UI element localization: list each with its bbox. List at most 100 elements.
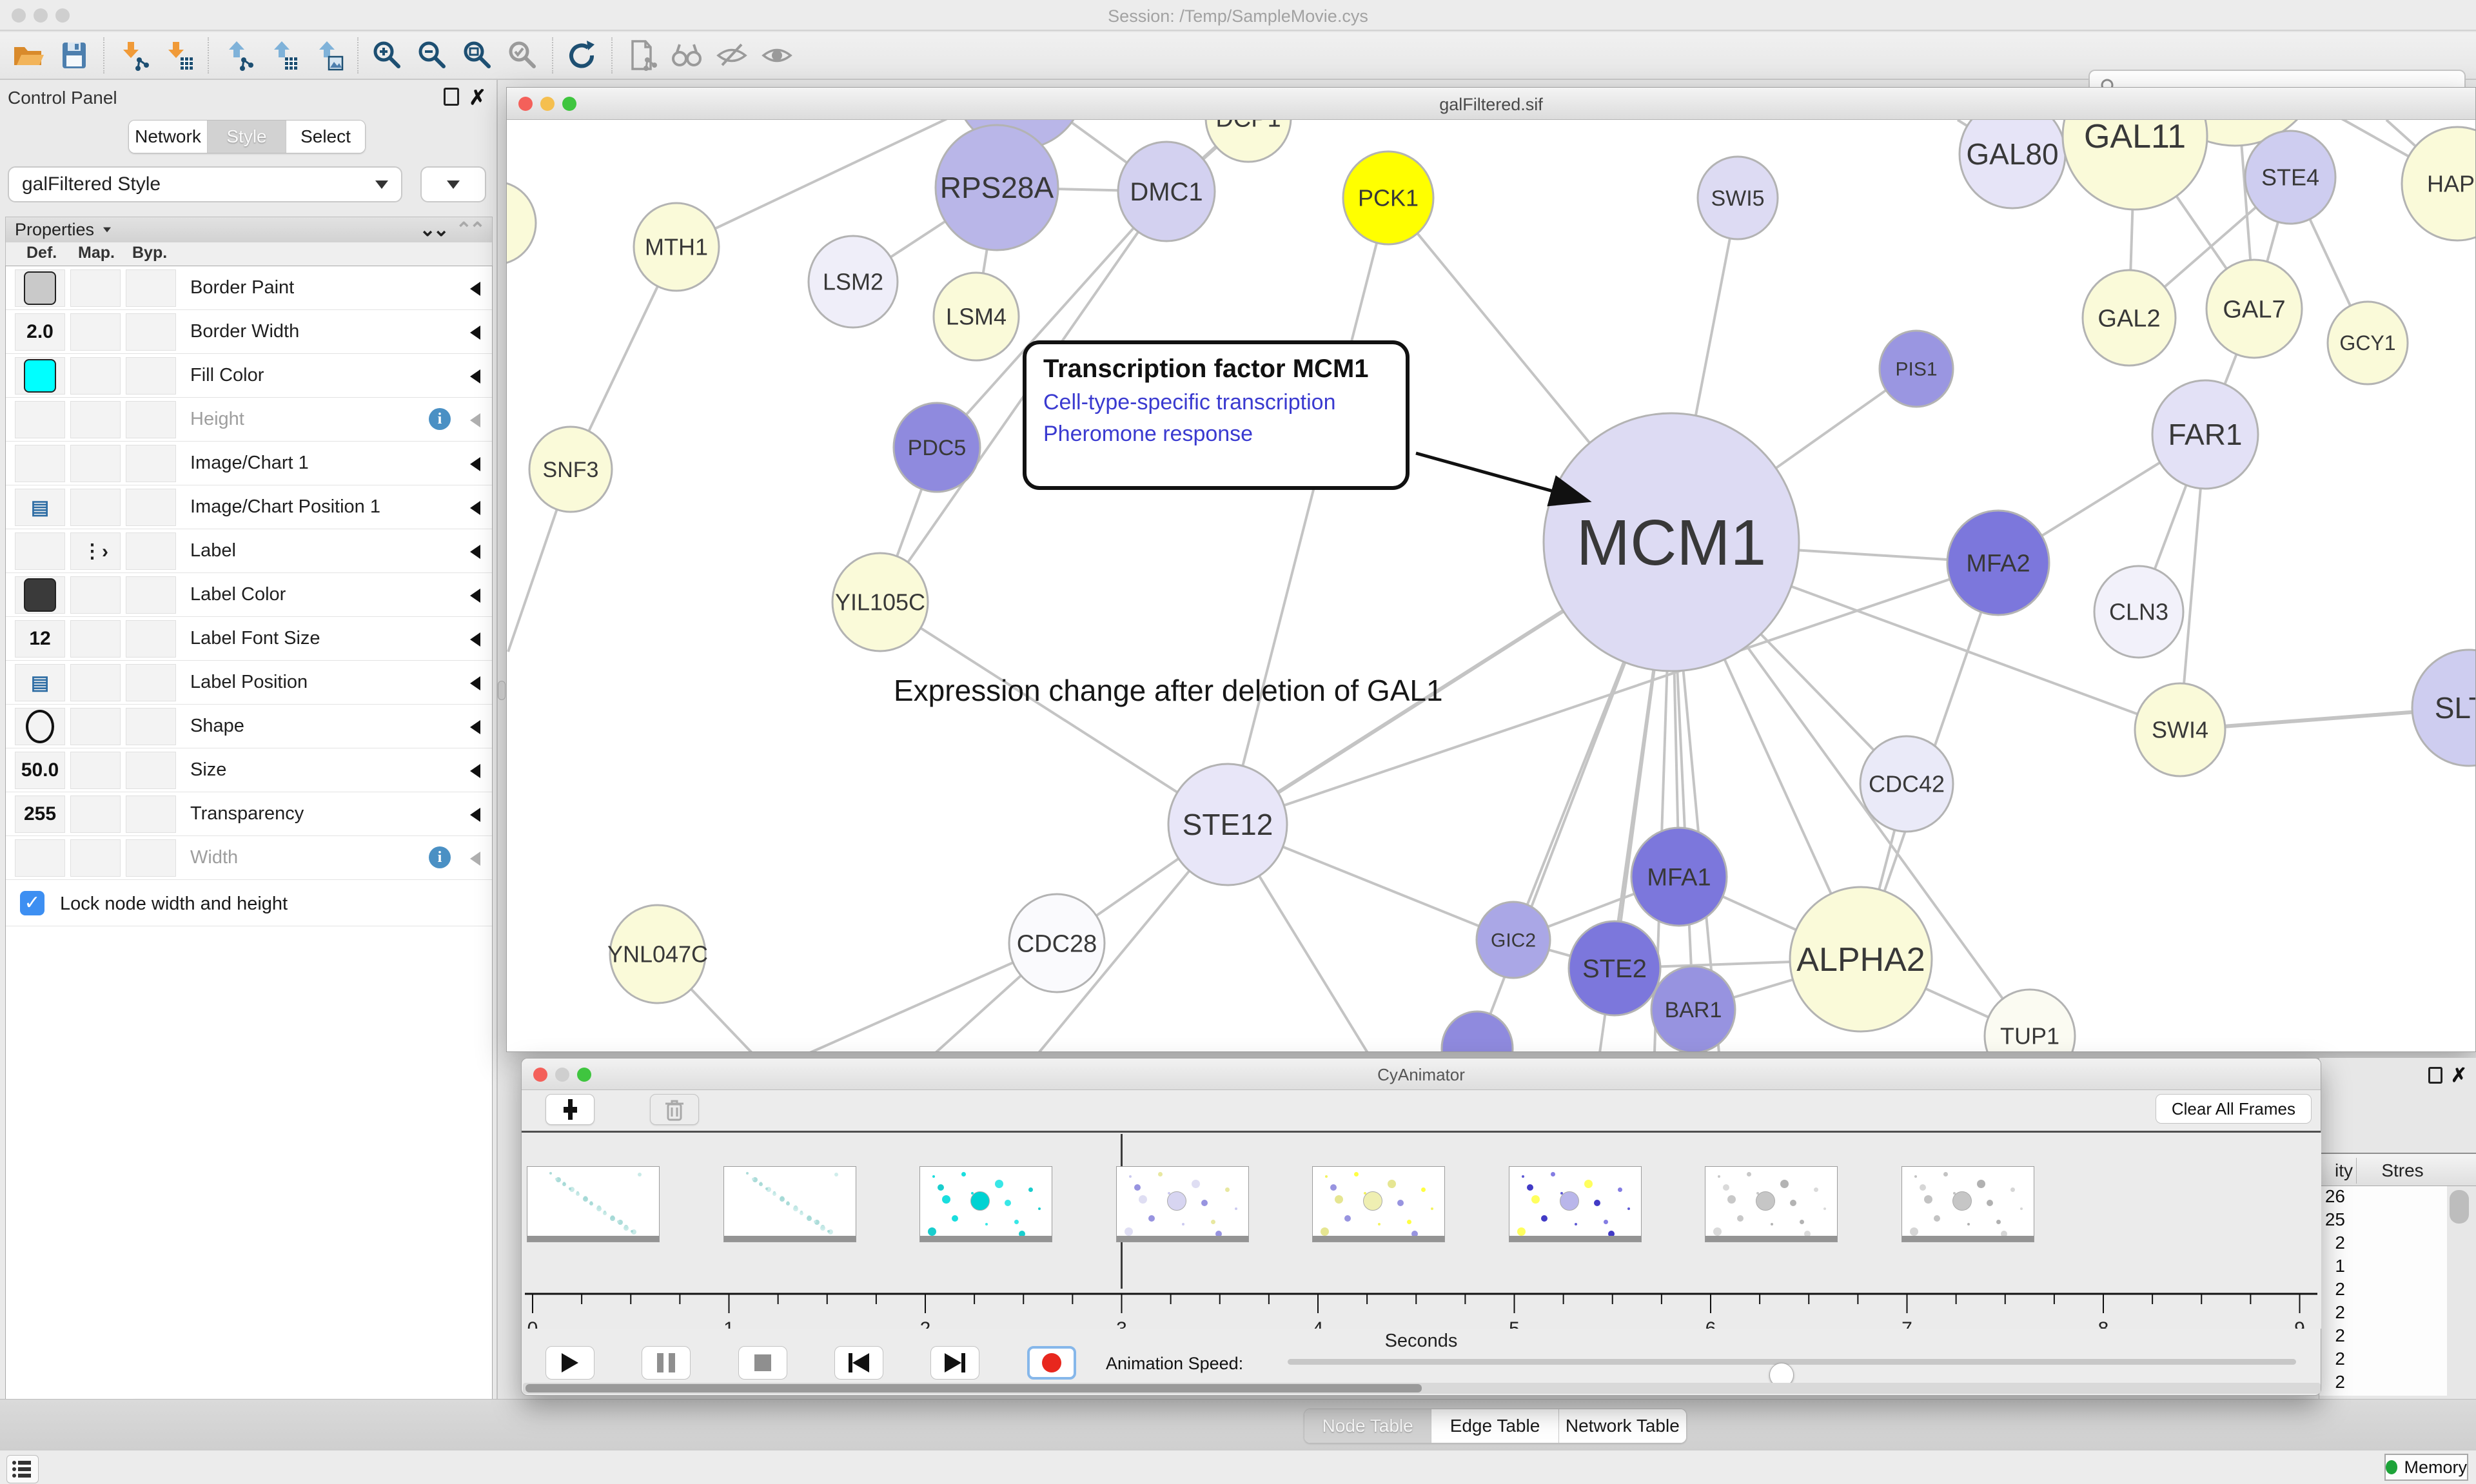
info-icon[interactable]: i bbox=[429, 846, 451, 868]
property-cell[interactable] bbox=[126, 752, 176, 789]
table-row[interactable]: 2 bbox=[2319, 1302, 2345, 1325]
network-window-titlebar[interactable]: galFiltered.sif bbox=[507, 88, 2475, 120]
property-cell[interactable] bbox=[126, 401, 176, 438]
property-cell[interactable] bbox=[15, 445, 65, 482]
property-cell[interactable] bbox=[70, 576, 121, 614]
panel-splitter-handle[interactable] bbox=[498, 681, 506, 700]
property-cell[interactable] bbox=[126, 532, 176, 570]
property-cell[interactable] bbox=[126, 576, 176, 614]
frame-thumbnail-7[interactable] bbox=[1901, 1166, 2034, 1242]
info-icon[interactable]: i bbox=[429, 408, 451, 430]
property-cell[interactable] bbox=[70, 664, 121, 701]
record-button[interactable] bbox=[1027, 1346, 1076, 1380]
property-cell[interactable] bbox=[70, 445, 121, 482]
property-cell[interactable]: ▤ bbox=[15, 664, 65, 701]
expand-property-icon[interactable] bbox=[470, 326, 480, 340]
annotation-link-2[interactable]: Pheromone response bbox=[1043, 422, 1389, 447]
network-document-icon[interactable] bbox=[619, 35, 664, 75]
frame-thumbnail-4[interactable] bbox=[1312, 1166, 1445, 1242]
expand-property-icon[interactable] bbox=[470, 764, 480, 778]
property-cell[interactable] bbox=[70, 752, 121, 789]
property-cell[interactable]: 50.0 bbox=[15, 752, 65, 789]
tab-select[interactable]: Select bbox=[286, 121, 365, 153]
property-cell[interactable] bbox=[126, 269, 176, 307]
export-table-icon[interactable] bbox=[260, 35, 306, 75]
expand-property-icon[interactable] bbox=[470, 632, 480, 647]
property-cell[interactable] bbox=[15, 576, 65, 614]
tab-network[interactable]: Network bbox=[129, 121, 208, 153]
horizontal-scrollbar-thumb[interactable] bbox=[526, 1384, 1422, 1392]
property-cell[interactable] bbox=[126, 357, 176, 395]
timeline[interactable]: 0123456789 bbox=[522, 1133, 2321, 1329]
network-canvas[interactable]: DCP1RPS28ADMC1PCK1SWI5GAL80GAL11STE4HAP2… bbox=[507, 120, 2475, 1051]
property-cell[interactable] bbox=[15, 269, 65, 307]
network-node-botpur[interactable] bbox=[1442, 1011, 1513, 1051]
tab-node-table[interactable]: Node Table bbox=[1304, 1409, 1431, 1443]
frame-thumbnail-2[interactable] bbox=[919, 1166, 1052, 1242]
annotation-link-1[interactable]: Cell-type-specific transcription bbox=[1043, 390, 1389, 415]
zoom-fit-icon[interactable] bbox=[455, 35, 500, 75]
table-row[interactable]: 1 bbox=[2319, 1256, 2345, 1279]
property-cell[interactable] bbox=[70, 620, 121, 658]
property-cell[interactable] bbox=[126, 445, 176, 482]
property-cell[interactable] bbox=[70, 489, 121, 526]
expand-property-icon[interactable] bbox=[470, 501, 480, 515]
memory-button[interactable]: Memory bbox=[2384, 1454, 2468, 1481]
expand-property-icon[interactable] bbox=[470, 852, 480, 866]
network-edge[interactable] bbox=[1228, 198, 1388, 825]
add-frame-button[interactable] bbox=[545, 1094, 594, 1125]
clear-all-frames-button[interactable]: Clear All Frames bbox=[2156, 1094, 2312, 1124]
close-panel-icon[interactable]: ✗ bbox=[2451, 1064, 2467, 1087]
panel-list-button[interactable] bbox=[6, 1455, 39, 1483]
hide-details-icon[interactable] bbox=[709, 35, 754, 75]
property-cell[interactable] bbox=[126, 796, 176, 833]
property-cell[interactable] bbox=[15, 401, 65, 438]
import-network-icon[interactable] bbox=[111, 35, 156, 75]
vertical-scrollbar-thumb[interactable] bbox=[2450, 1190, 2469, 1224]
expand-property-icon[interactable] bbox=[470, 282, 480, 296]
property-cell[interactable] bbox=[70, 796, 121, 833]
property-cell[interactable]: 255 bbox=[15, 796, 65, 833]
table-row[interactable]: 2 bbox=[2319, 1233, 2345, 1256]
network-edge[interactable] bbox=[880, 602, 1228, 825]
export-image-icon[interactable] bbox=[306, 35, 351, 75]
stop-button[interactable] bbox=[738, 1346, 787, 1380]
property-cell[interactable] bbox=[15, 839, 65, 877]
expand-property-icon[interactable] bbox=[470, 369, 480, 384]
save-icon[interactable] bbox=[52, 35, 97, 75]
frame-thumbnail-0[interactable] bbox=[527, 1166, 660, 1242]
expand-property-icon[interactable] bbox=[470, 413, 480, 427]
expand-property-icon[interactable] bbox=[470, 720, 480, 734]
tab-network-table[interactable]: Network Table bbox=[1559, 1409, 1686, 1443]
property-cell[interactable] bbox=[70, 313, 121, 351]
style-options-menu-button[interactable] bbox=[420, 166, 486, 202]
cyanimator-titlebar[interactable]: CyAnimator bbox=[522, 1059, 2321, 1090]
export-network-icon[interactable] bbox=[215, 35, 260, 75]
property-cell[interactable] bbox=[126, 489, 176, 526]
lock-checkbox[interactable]: ✓ bbox=[20, 891, 44, 915]
property-cell[interactable] bbox=[126, 708, 176, 745]
zoom-in-icon[interactable] bbox=[365, 35, 410, 75]
properties-header[interactable]: Properties ⌄⌄ ⌃⌃ bbox=[5, 217, 493, 242]
tab-style[interactable]: Style bbox=[208, 121, 286, 153]
property-cell[interactable]: ⋮› bbox=[70, 532, 121, 570]
open-folder-icon[interactable] bbox=[6, 35, 52, 75]
property-cell[interactable] bbox=[126, 839, 176, 877]
delete-frame-button[interactable] bbox=[650, 1094, 699, 1125]
collapse-all-icon[interactable]: ⌃⌃ bbox=[456, 219, 483, 241]
skip-to-end-button[interactable] bbox=[930, 1346, 979, 1380]
expand-property-icon[interactable] bbox=[470, 676, 480, 690]
zoom-selected-icon[interactable] bbox=[500, 35, 545, 75]
property-cell[interactable] bbox=[126, 313, 176, 351]
property-cell[interactable]: 2.0 bbox=[15, 313, 65, 351]
table-row[interactable]: 2 bbox=[2319, 1325, 2345, 1349]
show-details-icon[interactable] bbox=[754, 35, 800, 75]
property-cell[interactable] bbox=[15, 532, 65, 570]
table-row[interactable]: 2 bbox=[2319, 1349, 2345, 1372]
property-cell[interactable] bbox=[126, 620, 176, 658]
float-panel-icon[interactable] bbox=[2428, 1067, 2442, 1084]
horizontal-scrollbar[interactable] bbox=[523, 1383, 2321, 1394]
table-row[interactable]: 2 bbox=[2319, 1279, 2345, 1302]
property-cell[interactable] bbox=[126, 664, 176, 701]
import-table-icon[interactable] bbox=[156, 35, 201, 75]
